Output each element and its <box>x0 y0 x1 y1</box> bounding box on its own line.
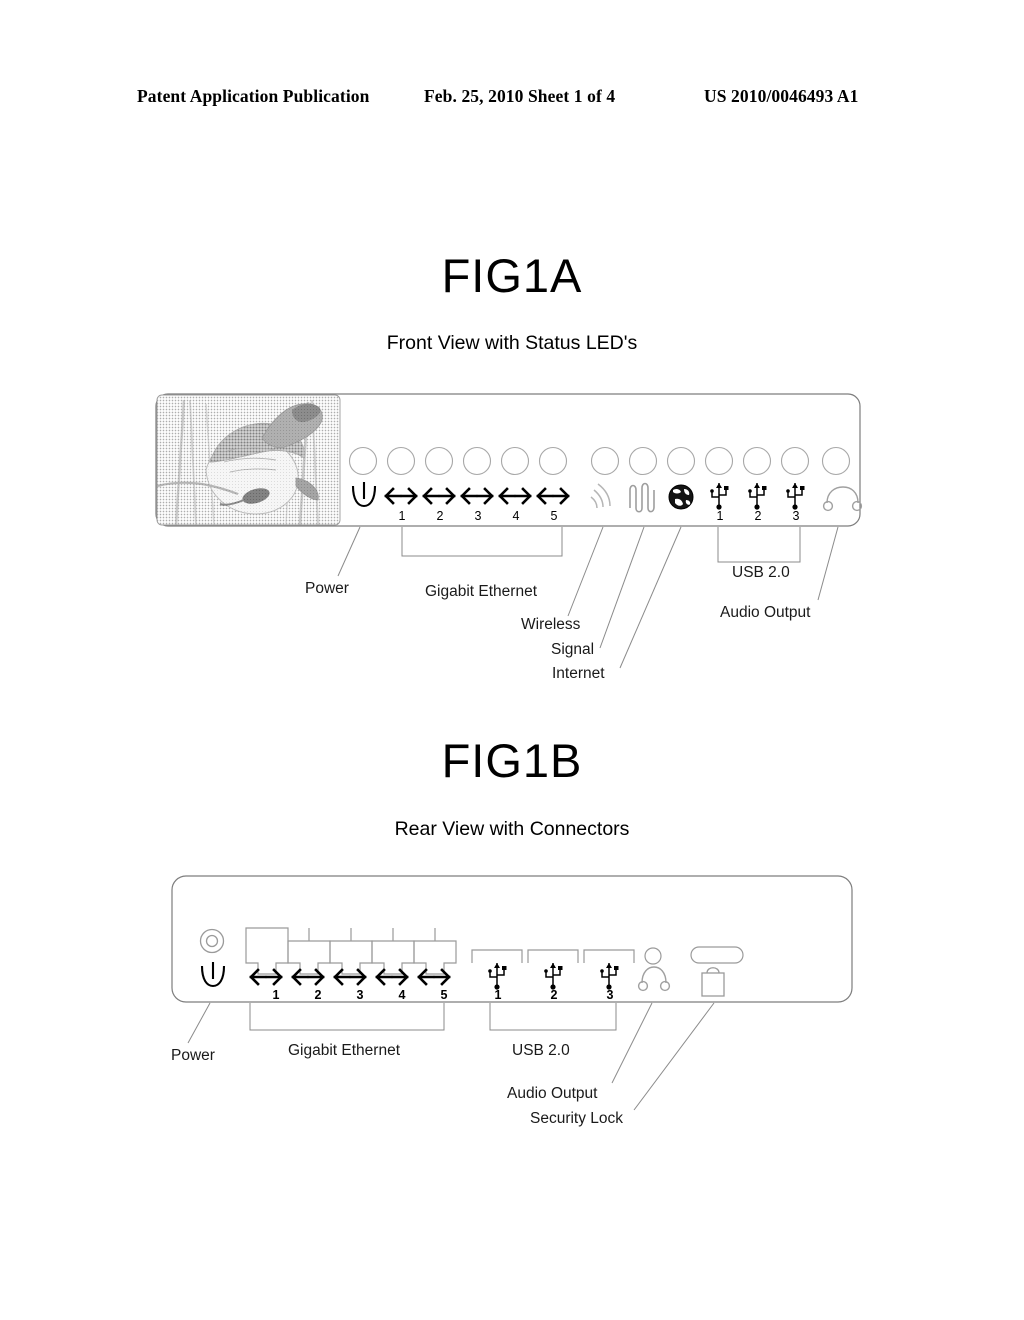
fig1b-subtitle: Rear View with Connectors <box>394 818 630 840</box>
signal-icon <box>629 482 655 513</box>
callout-power-rear: Power <box>171 1047 215 1064</box>
rear-usb-number-3: 3 <box>606 988 614 1002</box>
rj45-port-group <box>245 927 457 975</box>
led-ethernet-1 <box>386 446 416 476</box>
callout-power-front: Power <box>305 580 349 597</box>
ethernet-icon-group <box>384 487 570 505</box>
callout-usb-front: USB 2.0 <box>732 564 790 581</box>
fig1a-front-panel <box>155 393 863 669</box>
security-slot-icon <box>690 946 744 964</box>
ethernet-icon-3 <box>460 487 494 505</box>
audio-jack-icon <box>644 947 662 965</box>
front-ethernet-number-5: 5 <box>550 509 558 523</box>
headphone-icon-rear <box>637 966 671 992</box>
usb-icon-3 <box>786 483 805 510</box>
led-internet <box>666 446 696 476</box>
fig1a-subtitle: Front View with Status LED's <box>386 332 638 354</box>
power-jack-icon <box>199 928 225 954</box>
header-publication-type: Patent Application Publication <box>137 86 370 106</box>
front-ethernet-number-3: 3 <box>474 509 482 523</box>
ethernet-icon-2 <box>422 487 456 505</box>
callout-audio-output-front: Audio Output <box>720 604 811 621</box>
headphone-icon <box>822 486 863 512</box>
rear-ethernet-number-1: 1 <box>272 988 280 1002</box>
usb-port-group <box>471 949 635 963</box>
padlock-icon <box>701 967 725 997</box>
front-ethernet-number-4: 4 <box>512 509 520 523</box>
led-usb-1 <box>704 446 734 476</box>
fig1b-title: FIG1B <box>441 734 583 787</box>
patent-drawing-layer <box>155 393 863 1111</box>
usb-icon-rear-1 <box>488 963 507 990</box>
front-ethernet-number-2: 2 <box>436 509 444 523</box>
ethernet-icon-rear-5 <box>417 968 451 986</box>
header-date-sheet: Feb. 25, 2010 Sheet 1 of 4 <box>424 86 616 106</box>
callout-gigabit-ethernet-front: Gigabit Ethernet <box>425 583 538 600</box>
front-panel-display <box>157 395 340 525</box>
rear-ethernet-number-2: 2 <box>314 988 322 1002</box>
front-usb-number-2: 2 <box>754 509 762 523</box>
led-ethernet-2 <box>424 446 454 476</box>
callout-usb-rear: USB 2.0 <box>512 1042 570 1059</box>
usb-icon-2 <box>748 483 767 510</box>
led-signal <box>628 446 658 476</box>
ethernet-icon-rear-3 <box>333 968 367 986</box>
fig1b-leader-lines <box>187 1002 715 1111</box>
callout-internet-front: Internet <box>552 665 605 682</box>
callout-gigabit-ethernet-rear: Gigabit Ethernet <box>288 1042 401 1059</box>
usb-port-1 <box>471 949 523 963</box>
front-ethernet-number-1: 1 <box>398 509 406 523</box>
ethernet-icon-rear-1 <box>249 968 283 986</box>
led-usb-2 <box>742 446 772 476</box>
patent-header: Patent Application Publication Feb. 25, … <box>0 86 1024 112</box>
rear-ethernet-number-3: 3 <box>356 988 364 1002</box>
usb-port-2 <box>527 949 579 963</box>
usb-icon-1 <box>710 483 729 510</box>
ethernet-icon-group-rear <box>249 968 451 986</box>
usb-icon-rear-2 <box>544 963 563 990</box>
rj45-port-3 <box>329 940 373 975</box>
callout-audio-output-rear: Audio Output <box>507 1085 598 1102</box>
globe-icon <box>668 484 694 510</box>
led-ethernet-3 <box>462 446 492 476</box>
rear-ethernet-number-4: 4 <box>398 988 406 1002</box>
led-ethernet-5 <box>538 446 568 476</box>
front-panel-outline <box>155 393 861 527</box>
power-icon <box>351 482 377 508</box>
rj45-port-5 <box>413 940 457 975</box>
usb-icon-rear-3 <box>600 963 619 990</box>
rear-usb-number-1: 1 <box>494 988 502 1002</box>
rj45-port-4 <box>371 940 415 975</box>
led-ethernet-4 <box>500 446 530 476</box>
front-usb-number-1: 1 <box>716 509 724 523</box>
callout-wireless-front: Wireless <box>521 616 581 633</box>
usb-icon-group-rear <box>488 963 619 990</box>
rj45-port-2 <box>287 940 331 975</box>
led-usb-3 <box>780 446 810 476</box>
fig1a-title: FIG1A <box>441 249 583 302</box>
rear-ethernet-number-5: 5 <box>440 988 448 1002</box>
usb-icon-group <box>710 483 805 510</box>
wireless-icon <box>590 483 611 509</box>
led-wireless <box>590 446 620 476</box>
ethernet-icon-5 <box>536 487 570 505</box>
rear-usb-number-2: 2 <box>550 988 558 1002</box>
front-panel-led-row <box>348 446 851 476</box>
rear-panel-outline <box>171 875 853 1003</box>
ethernet-icon-4 <box>498 487 532 505</box>
rj45-port-1 <box>245 927 289 975</box>
callout-signal-front: Signal <box>551 641 595 658</box>
header-patent-number: US 2010/0046493 A1 <box>704 86 859 106</box>
ethernet-icon-1 <box>384 487 418 505</box>
ethernet-icon-rear-4 <box>375 968 409 986</box>
callout-security-lock-rear: Security Lock <box>530 1110 624 1127</box>
power-icon-rear <box>200 962 226 988</box>
led-power <box>348 446 378 476</box>
usb-port-3 <box>583 949 635 963</box>
ethernet-icon-rear-2 <box>291 968 325 986</box>
front-usb-number-3: 3 <box>792 509 800 523</box>
led-audio <box>821 446 851 476</box>
